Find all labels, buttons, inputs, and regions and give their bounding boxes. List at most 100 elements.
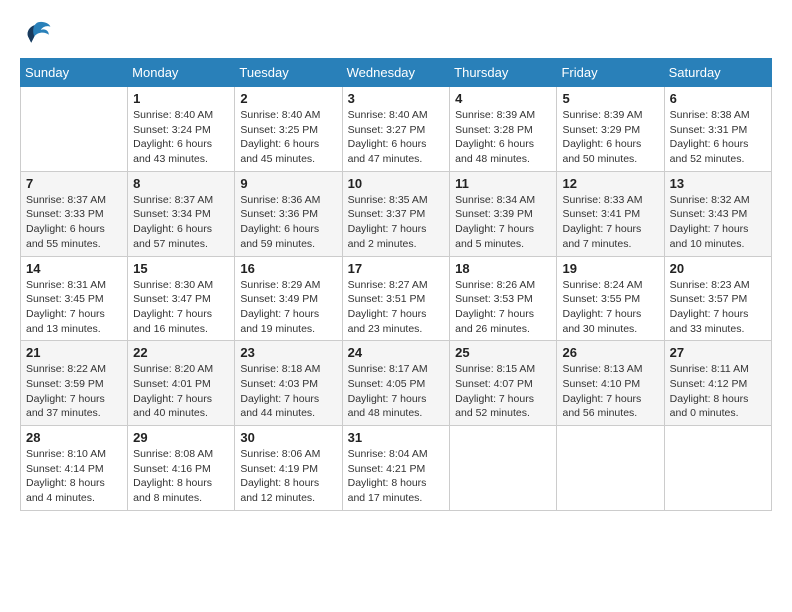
- day-info: Sunrise: 8:39 AM Sunset: 3:28 PM Dayligh…: [455, 108, 551, 167]
- calendar-table: SundayMondayTuesdayWednesdayThursdayFrid…: [20, 58, 772, 511]
- day-number: 16: [240, 261, 336, 276]
- day-number: 8: [133, 176, 229, 191]
- day-cell: 28 Sunrise: 8:10 AM Sunset: 4:14 PM Dayli…: [21, 426, 128, 511]
- day-cell: 7Sunrise: 8:37 AM Sunset: 3:33 PM Daylig…: [21, 171, 128, 256]
- day-number: 27: [670, 345, 766, 360]
- weekday-header-sunday: Sunday: [21, 59, 128, 87]
- day-number: 2: [240, 91, 336, 106]
- day-info: Sunrise: 8:32 AM Sunset: 3:43 PM Dayligh…: [670, 193, 766, 252]
- day-cell: 27 Sunrise: 8:11 AM Sunset: 4:12 PM Dayli…: [664, 341, 771, 426]
- week-row-3: 14 Sunrise: 8:31 AM Sunset: 3:45 PM Dayli…: [21, 256, 772, 341]
- day-cell: 19 Sunrise: 8:24 AM Sunset: 3:55 PM Dayli…: [557, 256, 664, 341]
- day-number: 26: [562, 345, 658, 360]
- day-number: 21: [26, 345, 122, 360]
- day-cell: 24Sunrise: 8:17 AM Sunset: 4:05 PM Dayli…: [342, 341, 450, 426]
- weekday-header-friday: Friday: [557, 59, 664, 87]
- day-cell: 20 Sunrise: 8:23 AM Sunset: 3:57 PM Dayli…: [664, 256, 771, 341]
- day-info: Sunrise: 8:08 AM Sunset: 4:16 PM Dayligh…: [133, 447, 229, 506]
- weekday-header-wednesday: Wednesday: [342, 59, 450, 87]
- day-info: Sunrise: 8:18 AM Sunset: 4:03 PM Dayligh…: [240, 362, 336, 421]
- day-cell: 21 Sunrise: 8:22 AM Sunset: 3:59 PM Dayli…: [21, 341, 128, 426]
- day-cell: 14 Sunrise: 8:31 AM Sunset: 3:45 PM Dayli…: [21, 256, 128, 341]
- day-number: 28: [26, 430, 122, 445]
- day-number: 20: [670, 261, 766, 276]
- day-cell: 9 Sunrise: 8:36 AM Sunset: 3:36 PM Daylig…: [235, 171, 342, 256]
- day-info: Sunrise: 8:15 AM Sunset: 4:07 PM Dayligh…: [455, 362, 551, 421]
- day-info: Sunrise: 8:06 AM Sunset: 4:19 PM Dayligh…: [240, 447, 336, 506]
- day-info: Sunrise: 8:39 AM Sunset: 3:29 PM Dayligh…: [562, 108, 658, 167]
- day-info: Sunrise: 8:13 AM Sunset: 4:10 PM Dayligh…: [562, 362, 658, 421]
- day-info: Sunrise: 8:04 AM Sunset: 4:21 PM Dayligh…: [348, 447, 445, 506]
- day-number: 10: [348, 176, 445, 191]
- day-number: 1: [133, 91, 229, 106]
- day-number: 11: [455, 176, 551, 191]
- day-cell: [450, 426, 557, 511]
- weekday-header-monday: Monday: [128, 59, 235, 87]
- day-number: 5: [562, 91, 658, 106]
- day-info: Sunrise: 8:30 AM Sunset: 3:47 PM Dayligh…: [133, 278, 229, 337]
- day-cell: 12 Sunrise: 8:33 AM Sunset: 3:41 PM Dayli…: [557, 171, 664, 256]
- day-number: 17: [348, 261, 445, 276]
- day-cell: 15 Sunrise: 8:30 AM Sunset: 3:47 PM Dayli…: [128, 256, 235, 341]
- day-cell: 13 Sunrise: 8:32 AM Sunset: 3:43 PM Dayli…: [664, 171, 771, 256]
- day-cell: 17 Sunrise: 8:27 AM Sunset: 3:51 PM Dayli…: [342, 256, 450, 341]
- week-row-1: 1 Sunrise: 8:40 AM Sunset: 3:24 PM Daylig…: [21, 87, 772, 172]
- day-cell: 25 Sunrise: 8:15 AM Sunset: 4:07 PM Dayli…: [450, 341, 557, 426]
- day-cell: 18Sunrise: 8:26 AM Sunset: 3:53 PM Dayli…: [450, 256, 557, 341]
- day-number: 22: [133, 345, 229, 360]
- day-info: Sunrise: 8:40 AM Sunset: 3:24 PM Dayligh…: [133, 108, 229, 167]
- day-info: Sunrise: 8:36 AM Sunset: 3:36 PM Dayligh…: [240, 193, 336, 252]
- day-number: 30: [240, 430, 336, 445]
- logo-icon: [20, 20, 52, 48]
- day-cell: 30 Sunrise: 8:06 AM Sunset: 4:19 PM Dayli…: [235, 426, 342, 511]
- day-info: Sunrise: 8:27 AM Sunset: 3:51 PM Dayligh…: [348, 278, 445, 337]
- day-cell: 2Sunrise: 8:40 AM Sunset: 3:25 PM Daylig…: [235, 87, 342, 172]
- day-number: 9: [240, 176, 336, 191]
- day-info: Sunrise: 8:23 AM Sunset: 3:57 PM Dayligh…: [670, 278, 766, 337]
- page-header: [20, 20, 772, 48]
- week-row-2: 7Sunrise: 8:37 AM Sunset: 3:33 PM Daylig…: [21, 171, 772, 256]
- day-cell: [21, 87, 128, 172]
- day-number: 7: [26, 176, 122, 191]
- day-number: 3: [348, 91, 445, 106]
- day-cell: 31Sunrise: 8:04 AM Sunset: 4:21 PM Dayli…: [342, 426, 450, 511]
- day-number: 18: [455, 261, 551, 276]
- weekday-header-thursday: Thursday: [450, 59, 557, 87]
- day-cell: 16Sunrise: 8:29 AM Sunset: 3:49 PM Dayli…: [235, 256, 342, 341]
- weekday-header-tuesday: Tuesday: [235, 59, 342, 87]
- day-number: 15: [133, 261, 229, 276]
- day-info: Sunrise: 8:31 AM Sunset: 3:45 PM Dayligh…: [26, 278, 122, 337]
- day-info: Sunrise: 8:10 AM Sunset: 4:14 PM Dayligh…: [26, 447, 122, 506]
- day-cell: [664, 426, 771, 511]
- week-row-4: 21 Sunrise: 8:22 AM Sunset: 3:59 PM Dayli…: [21, 341, 772, 426]
- weekday-header-row: SundayMondayTuesdayWednesdayThursdayFrid…: [21, 59, 772, 87]
- day-cell: 29 Sunrise: 8:08 AM Sunset: 4:16 PM Dayli…: [128, 426, 235, 511]
- day-number: 4: [455, 91, 551, 106]
- day-number: 19: [562, 261, 658, 276]
- day-info: Sunrise: 8:20 AM Sunset: 4:01 PM Dayligh…: [133, 362, 229, 421]
- day-info: Sunrise: 8:38 AM Sunset: 3:31 PM Dayligh…: [670, 108, 766, 167]
- day-info: Sunrise: 8:33 AM Sunset: 3:41 PM Dayligh…: [562, 193, 658, 252]
- day-info: Sunrise: 8:11 AM Sunset: 4:12 PM Dayligh…: [670, 362, 766, 421]
- day-cell: 1 Sunrise: 8:40 AM Sunset: 3:24 PM Daylig…: [128, 87, 235, 172]
- day-info: Sunrise: 8:24 AM Sunset: 3:55 PM Dayligh…: [562, 278, 658, 337]
- week-row-5: 28 Sunrise: 8:10 AM Sunset: 4:14 PM Dayli…: [21, 426, 772, 511]
- day-number: 29: [133, 430, 229, 445]
- day-cell: [557, 426, 664, 511]
- day-cell: 26 Sunrise: 8:13 AM Sunset: 4:10 PM Dayli…: [557, 341, 664, 426]
- day-cell: 6 Sunrise: 8:38 AM Sunset: 3:31 PM Daylig…: [664, 87, 771, 172]
- day-number: 24: [348, 345, 445, 360]
- day-cell: 11 Sunrise: 8:34 AM Sunset: 3:39 PM Dayli…: [450, 171, 557, 256]
- day-info: Sunrise: 8:37 AM Sunset: 3:34 PM Dayligh…: [133, 193, 229, 252]
- weekday-header-saturday: Saturday: [664, 59, 771, 87]
- day-cell: 22 Sunrise: 8:20 AM Sunset: 4:01 PM Dayli…: [128, 341, 235, 426]
- day-number: 12: [562, 176, 658, 191]
- day-cell: 5 Sunrise: 8:39 AM Sunset: 3:29 PM Daylig…: [557, 87, 664, 172]
- day-info: Sunrise: 8:22 AM Sunset: 3:59 PM Dayligh…: [26, 362, 122, 421]
- day-number: 13: [670, 176, 766, 191]
- day-number: 23: [240, 345, 336, 360]
- day-info: Sunrise: 8:34 AM Sunset: 3:39 PM Dayligh…: [455, 193, 551, 252]
- day-number: 6: [670, 91, 766, 106]
- day-number: 25: [455, 345, 551, 360]
- day-number: 14: [26, 261, 122, 276]
